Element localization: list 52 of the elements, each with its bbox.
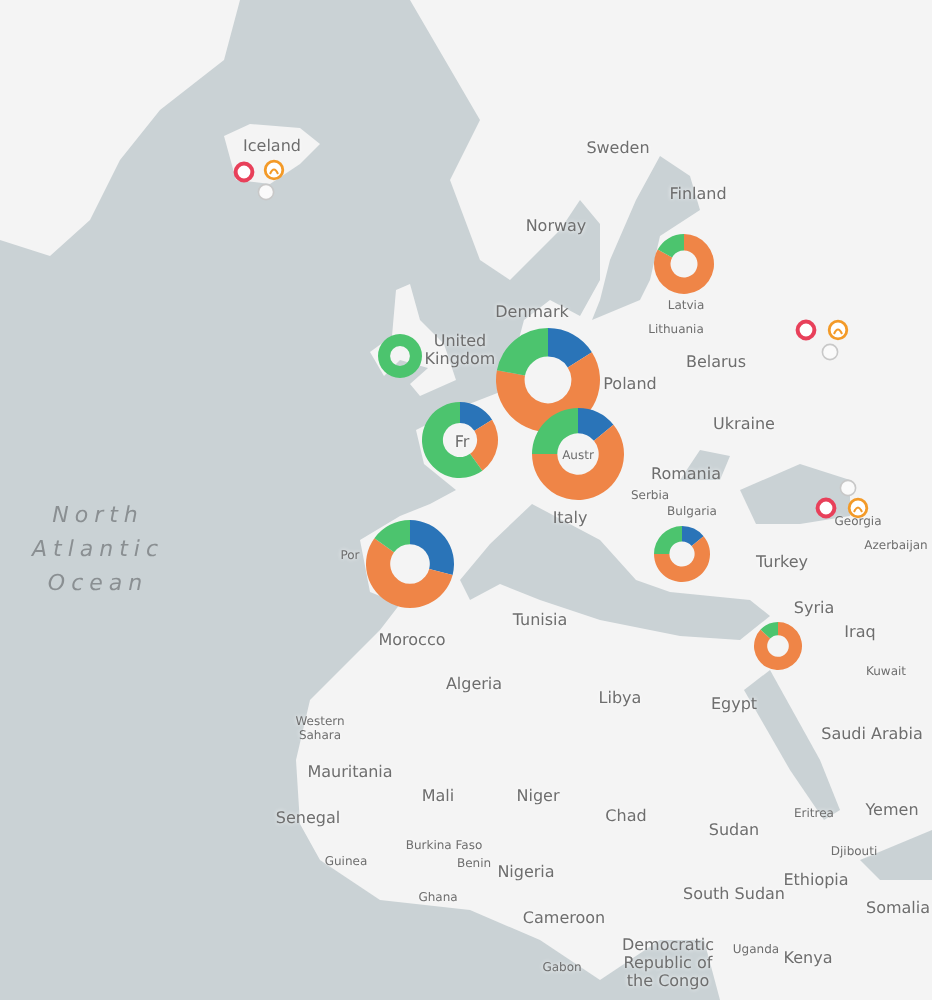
country-label: United Kingdom (422, 334, 498, 370)
country-label: Italy (552, 511, 588, 529)
country-label: Sweden (586, 141, 650, 159)
country-label: Norway (525, 219, 587, 237)
country-label: Libya (598, 691, 642, 709)
cluster-marker-icon[interactable] (257, 183, 275, 201)
country-label: Somalia (866, 901, 930, 919)
ring-marker-icon[interactable] (815, 497, 837, 519)
country-label: Sudan (708, 823, 760, 841)
country-label: Iraq (844, 625, 876, 643)
country-label: Denmark (495, 305, 569, 323)
country-label: Iceland (243, 139, 301, 157)
ring-marker-icon[interactable] (233, 161, 255, 183)
donut-chart-icon[interactable] (652, 524, 712, 584)
donut-chart-icon[interactable] (376, 332, 424, 380)
country-label: Syria (793, 601, 835, 619)
ocean-label: North Atlantic Ocean (29, 500, 167, 600)
donut-chart-icon[interactable] (420, 400, 500, 480)
country-label: Yemen (865, 803, 919, 821)
country-label: South Sudan (683, 887, 785, 905)
country-label: Democratic Republic of the Congo (619, 937, 717, 991)
country-label: Saudi Arabia (821, 727, 923, 745)
country-label: Belarus (685, 355, 747, 373)
donut-chart-icon[interactable] (652, 232, 716, 296)
donut-chart-icon[interactable] (530, 406, 626, 502)
country-label: Cameroon (522, 911, 606, 929)
donut-chart-icon[interactable] (364, 518, 456, 610)
donut-chart-icon[interactable] (494, 326, 602, 434)
country-label: Finland (669, 187, 727, 205)
country-label: Tunisia (512, 613, 568, 631)
country-label: Mali (421, 789, 455, 807)
country-label: Niger (516, 789, 560, 807)
face-marker-icon[interactable] (263, 159, 285, 181)
country-label: Morocco (378, 633, 446, 651)
country-label: Poland (603, 377, 657, 395)
country-label: Ethiopia (783, 873, 849, 890)
country-label: Mauritania (307, 765, 393, 783)
face-marker-icon[interactable] (827, 319, 849, 341)
donut-chart-icon[interactable] (752, 620, 804, 672)
cluster-marker-icon[interactable] (821, 343, 839, 361)
country-label: Senegal (275, 811, 341, 829)
country-label: Turkey (755, 555, 809, 573)
country-label: Romania (651, 467, 721, 485)
face-marker-icon[interactable] (847, 497, 869, 519)
country-label: Kenya (783, 951, 833, 969)
country-label: Egypt (710, 697, 758, 715)
country-label: Nigeria (497, 865, 555, 883)
country-label: Chad (605, 809, 647, 827)
ring-marker-icon[interactable] (795, 319, 817, 341)
country-label: Fr (454, 435, 470, 453)
country-label: Ukraine (713, 417, 775, 435)
country-label: Algeria (445, 677, 503, 695)
